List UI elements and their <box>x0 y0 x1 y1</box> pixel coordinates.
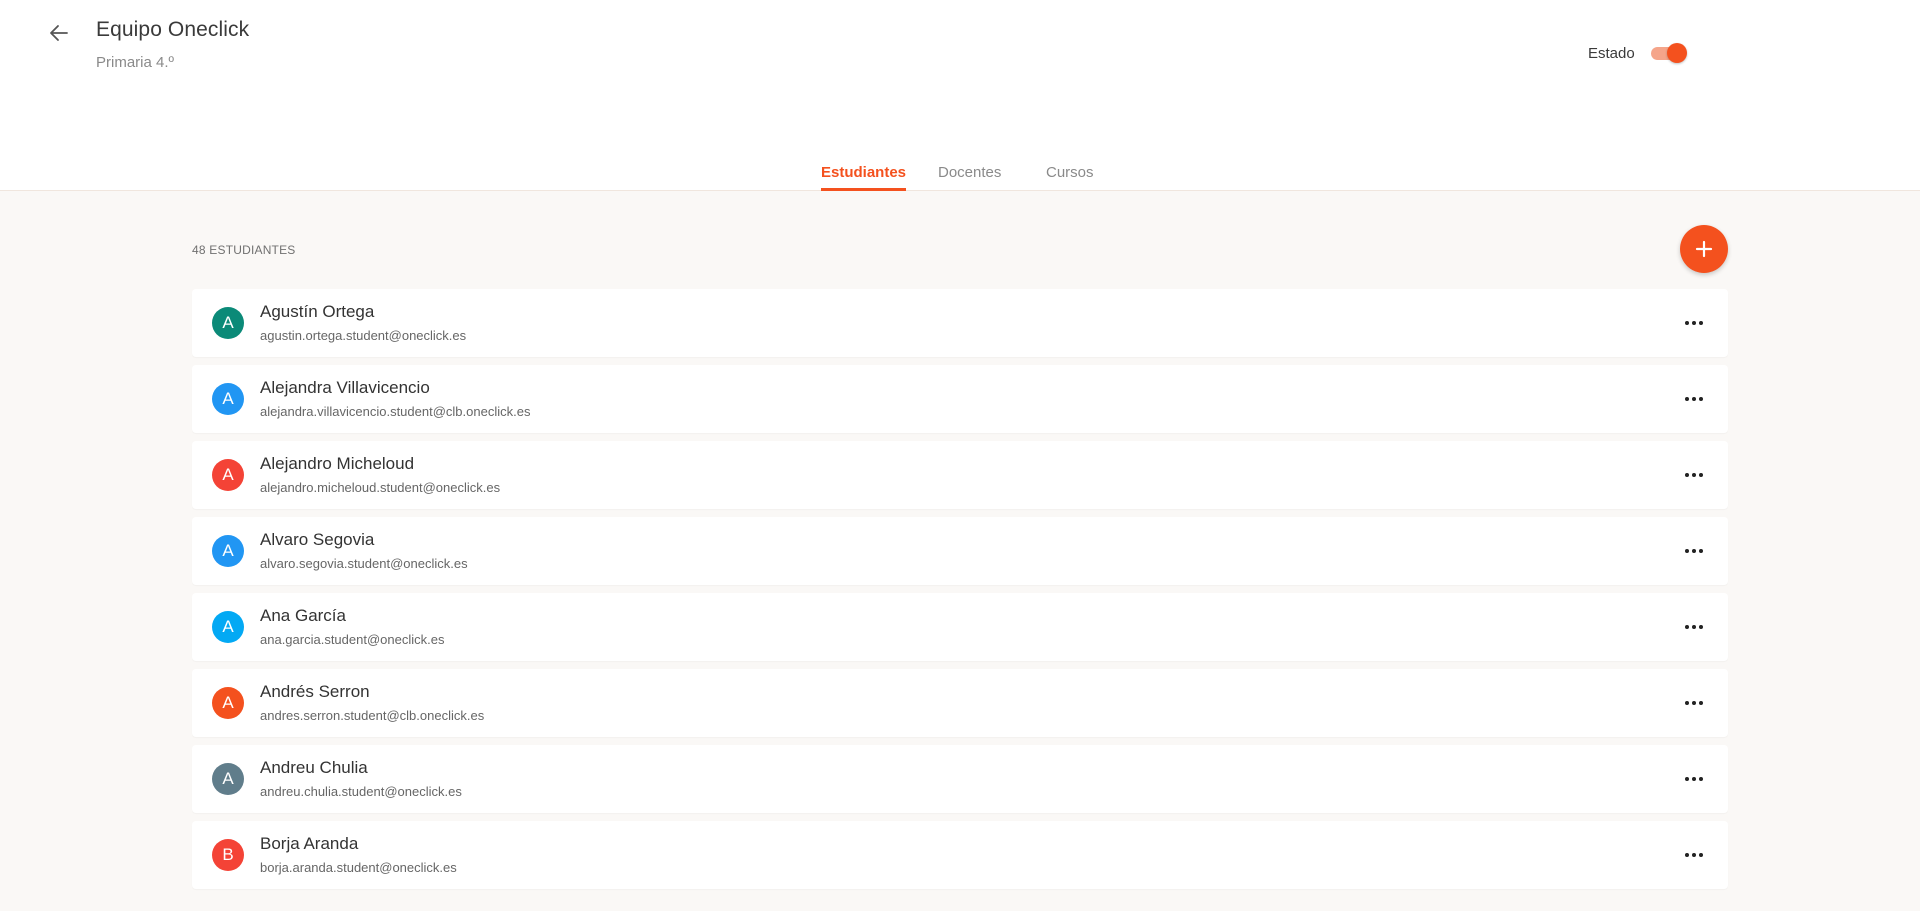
back-button[interactable] <box>44 18 74 48</box>
more-horizontal-icon <box>1699 549 1703 553</box>
more-horizontal-icon <box>1685 549 1689 553</box>
student-list: A Agustín Ortega agustin.ortega.student@on… <box>192 289 1728 897</box>
more-horizontal-icon <box>1699 473 1703 477</box>
header: Equipo Oneclick Primaria 4.º Estado Estu… <box>0 0 1920 191</box>
list-item[interactable]: A Andrés Serron andres.serron.student@clb.… <box>192 669 1728 737</box>
student-name: Borja Aranda <box>260 834 359 853</box>
more-options-button[interactable] <box>1680 389 1708 409</box>
more-options-button[interactable] <box>1680 313 1708 333</box>
students-count: 48 ESTUDIANTES <box>192 243 296 257</box>
avatar: A <box>212 307 244 339</box>
toggle-knob <box>1666 43 1687 63</box>
more-horizontal-icon <box>1685 473 1689 477</box>
student-name: Agustín Ortega <box>260 302 375 321</box>
page-subtitle: Primaria 4.º <box>96 54 174 71</box>
more-horizontal-icon <box>1699 321 1703 325</box>
avatar: A <box>212 535 244 567</box>
list-item[interactable]: A Ana García ana.garcia.student@oneclick.e… <box>192 593 1728 661</box>
student-email: borja.aranda.student@oneclick.es <box>260 860 457 875</box>
more-options-button[interactable] <box>1680 465 1708 485</box>
list-item[interactable]: A Alejandro Micheloud alejandro.micheloud.… <box>192 441 1728 509</box>
more-horizontal-icon <box>1685 701 1689 705</box>
more-horizontal-icon <box>1699 777 1703 781</box>
student-email: alejandro.micheloud.student@oneclick.es <box>260 480 501 495</box>
more-horizontal-icon <box>1692 473 1696 477</box>
student-name: Andrés Serron <box>260 682 370 701</box>
more-horizontal-icon <box>1685 397 1689 401</box>
more-horizontal-icon <box>1699 701 1703 705</box>
more-horizontal-icon <box>1685 853 1689 857</box>
more-horizontal-icon <box>1692 625 1696 629</box>
more-horizontal-icon <box>1692 777 1696 781</box>
more-horizontal-icon <box>1692 853 1696 857</box>
more-horizontal-icon <box>1692 549 1696 553</box>
student-email: alvaro.segovia.student@oneclick.es <box>260 556 468 571</box>
tab-cursos[interactable]: Cursos <box>1046 164 1094 191</box>
list-item[interactable]: A Agustín Ortega agustin.ortega.student@on… <box>192 289 1728 357</box>
estado-label: Estado <box>1588 44 1635 62</box>
student-name: Ana García <box>260 606 346 625</box>
arrow-left-icon <box>50 25 68 41</box>
list-item[interactable]: A Alvaro Segovia alvaro.segovia.student@on… <box>192 517 1728 585</box>
more-horizontal-icon <box>1699 853 1703 857</box>
more-horizontal-icon <box>1692 397 1696 401</box>
avatar: A <box>212 459 244 491</box>
more-horizontal-icon <box>1685 321 1689 325</box>
list-item[interactable]: A Alejandra Villavicencio alejandra.villav… <box>192 365 1728 433</box>
student-name: Alejandra Villavicencio <box>260 378 430 397</box>
add-student-button[interactable] <box>1680 225 1728 273</box>
more-horizontal-icon <box>1685 777 1689 781</box>
student-name: Alvaro Segovia <box>260 530 375 549</box>
student-email: ana.garcia.student@oneclick.es <box>260 632 445 647</box>
avatar: A <box>212 687 244 719</box>
tab-estudiantes[interactable]: Estudiantes <box>821 164 907 191</box>
estado-control: Estado <box>1588 42 1687 64</box>
avatar: A <box>212 611 244 643</box>
more-horizontal-icon <box>1692 701 1696 705</box>
avatar: A <box>212 383 244 415</box>
avatar: A <box>212 763 244 795</box>
avatar: B <box>212 839 244 871</box>
student-name: Alejandro Micheloud <box>260 454 415 473</box>
more-horizontal-icon <box>1699 397 1703 401</box>
student-email: alejandra.villavicencio.student@clb.onec… <box>260 404 531 419</box>
student-email: andres.serron.student@clb.oneclick.es <box>260 708 485 723</box>
more-options-button[interactable] <box>1680 541 1708 561</box>
more-options-button[interactable] <box>1680 845 1708 865</box>
more-horizontal-icon <box>1685 625 1689 629</box>
plus-icon <box>1695 240 1713 258</box>
page-title: Equipo Oneclick <box>96 18 250 41</box>
tab-docentes[interactable]: Docentes <box>938 164 1001 191</box>
list-item[interactable]: B Borja Aranda borja.aranda.student@onecli… <box>192 821 1728 889</box>
student-email: andreu.chulia.student@oneclick.es <box>260 784 462 799</box>
more-options-button[interactable] <box>1680 769 1708 789</box>
more-options-button[interactable] <box>1680 617 1708 637</box>
student-name: Andreu Chulia <box>260 758 368 777</box>
more-options-button[interactable] <box>1680 693 1708 713</box>
student-email: agustin.ortega.student@oneclick.es <box>260 328 467 343</box>
list-item[interactable]: A Andreu Chulia andreu.chulia.student@onec… <box>192 745 1728 813</box>
more-horizontal-icon <box>1692 321 1696 325</box>
tab-bar: Estudiantes Docentes Cursos <box>0 160 1920 191</box>
estado-toggle[interactable] <box>1649 42 1687 64</box>
more-horizontal-icon <box>1699 625 1703 629</box>
